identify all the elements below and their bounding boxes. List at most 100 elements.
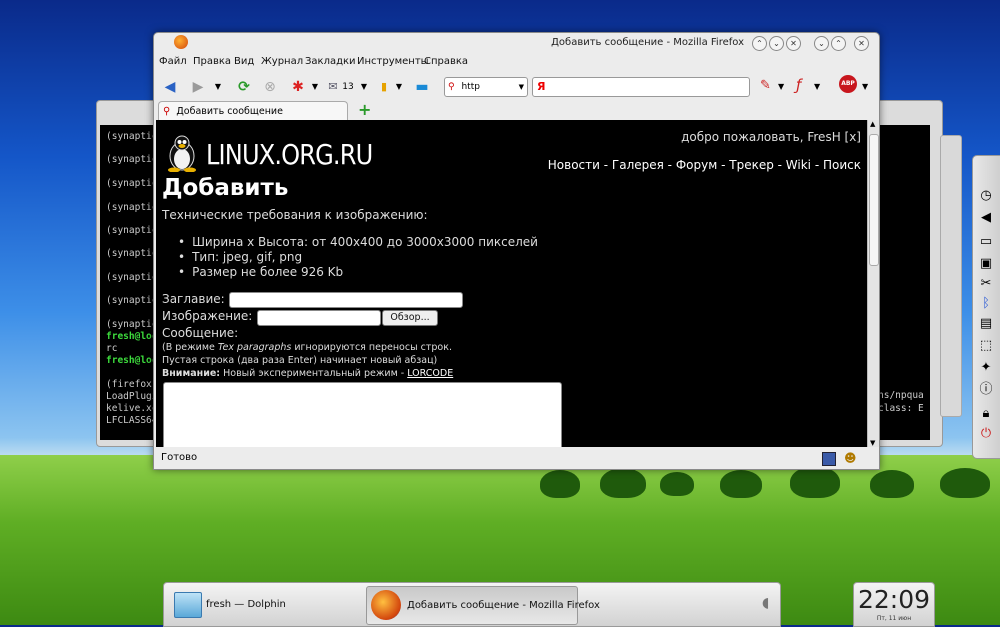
terminal-line: (synaptic [106, 225, 158, 236]
menu-tools[interactable]: Инструменты [357, 56, 429, 67]
adblock-icon[interactable]: ABP [839, 75, 857, 93]
menu-edit[interactable]: Правка [193, 56, 231, 67]
scroll-up-icon[interactable]: ▲ [870, 120, 875, 128]
nav-separator: - [773, 158, 786, 172]
notes-icon[interactable]: ▤ [978, 316, 994, 332]
wallpaper-tree [940, 468, 990, 498]
tab-label: Добавить сообщение [176, 106, 283, 117]
power-icon[interactable]: ⏻ [978, 426, 994, 442]
page-scrollbar[interactable]: ▲ ▼ [867, 120, 879, 447]
right-panel: ◷ ◀ ▭ ▣ ✂ ᛒ ▤ ⬚ ✦ ⓘ 🔒︎ ⏻ [972, 155, 1000, 459]
history-dropdown-icon[interactable]: ▼ [212, 77, 224, 97]
nav-wiki[interactable]: Wiki [786, 158, 811, 172]
wallpaper-tree [870, 470, 914, 498]
firefox-icon [371, 590, 401, 620]
search-bar[interactable]: Я [532, 77, 750, 97]
tab-active[interactable]: ⚲ Добавить сообщение [158, 101, 348, 121]
terminal-line: (synaptic [106, 178, 158, 189]
welcome-text[interactable]: добро пожаловать, FresH [x] [681, 130, 861, 144]
runner-icon[interactable]: ✱ [290, 77, 306, 97]
menu-bookmarks[interactable]: Закладки [305, 56, 356, 67]
nav-news[interactable]: Новости [548, 158, 600, 172]
chat-icon[interactable]: ▬ [412, 77, 432, 97]
browse-button[interactable]: Обзор... [382, 310, 438, 326]
forward-icon[interactable]: ▶ [188, 77, 208, 97]
terminal-line: (firefox [106, 379, 152, 390]
clock-icon[interactable]: ◷ [978, 188, 994, 204]
warning-note: Внимание: Новый экспериментальный режим … [162, 368, 453, 379]
status-bar: Готово ☻ [154, 447, 879, 469]
tab-bar: ⚲ Добавить сообщение + [154, 100, 879, 121]
message-textarea[interactable] [163, 382, 562, 447]
dropdown-icon[interactable]: ▼ [310, 77, 320, 97]
maximize-button[interactable]: ⌃ [831, 36, 846, 51]
nav-forum[interactable]: Форум [676, 158, 717, 172]
dropdown-icon[interactable]: ▼ [359, 77, 369, 97]
menu-file[interactable]: Файл [159, 56, 187, 67]
mail-icon[interactable]: ✉ [326, 77, 340, 97]
window-title: Добавить сообщение - Mozilla Firefox [551, 37, 744, 48]
all-desktops-button[interactable]: ✕ [786, 36, 801, 51]
search-engine-icon[interactable]: Я [537, 80, 545, 93]
dropdown-icon[interactable]: ▼ [778, 82, 784, 91]
url-dropdown-icon[interactable]: ▼ [519, 78, 524, 96]
nav-gallery[interactable]: Галерея [612, 158, 664, 172]
nav-search[interactable]: Поиск [823, 158, 861, 172]
volume-icon[interactable]: ◀ [978, 210, 994, 226]
close-button[interactable]: ✕ [854, 36, 869, 51]
keep-below-button[interactable]: ⌄ [769, 36, 784, 51]
signal-icon[interactable]: ▮ [376, 77, 392, 97]
lorcode-link[interactable]: LORCODE [407, 368, 453, 379]
nav-separator: - [811, 158, 823, 172]
task-dolphin[interactable]: fresh — Dolphin [168, 586, 364, 623]
rss-icon[interactable] [822, 452, 836, 466]
scroll-thumb[interactable] [869, 134, 879, 266]
menu-view[interactable]: Вид [234, 56, 254, 67]
flash-block-icon[interactable]: ƒ [796, 76, 801, 94]
terminal-line: fresh@loc [106, 355, 158, 366]
site-nav: Новости - Галерея - Форум - Трекер - Wik… [548, 158, 861, 172]
keyboard-icon[interactable]: ▭ [978, 234, 994, 250]
clock-widget[interactable]: 22:09 Пт, 11 июн [853, 582, 935, 627]
note-emphasis: Tex paragraphs [217, 342, 292, 353]
addon-icon[interactable]: ☻ [844, 447, 857, 469]
bluetooth-icon[interactable]: ᛒ [978, 296, 994, 312]
task-firefox[interactable]: Добавить сообщение - Mozilla Firefox [366, 586, 600, 625]
network-icon[interactable]: ▣ [978, 256, 994, 272]
keep-above-button[interactable]: ⌃ [752, 36, 767, 51]
lock-icon[interactable]: 🔒︎ [978, 406, 994, 422]
wallpaper-tree [660, 472, 694, 496]
task-label: Добавить сообщение - Mozilla Firefox [407, 600, 600, 611]
list-item: Размер не более 926 Kb [178, 265, 538, 280]
terminal-line: (synaptic [106, 154, 158, 165]
reload-icon[interactable]: ⟳ [234, 77, 254, 97]
nav-tracker[interactable]: Трекер [729, 158, 774, 172]
pencil-icon[interactable]: ✎ [760, 78, 771, 93]
device-icon[interactable]: ⬚ [978, 338, 994, 354]
tux-icon [164, 134, 200, 173]
back-icon[interactable]: ◀ [160, 77, 180, 97]
menu-help[interactable]: Справка [424, 56, 468, 67]
dropdown-icon[interactable]: ▼ [862, 82, 868, 91]
terminal-line: ns/npqua [878, 390, 924, 401]
title-input[interactable] [229, 292, 463, 308]
scroll-down-icon[interactable]: ▼ [870, 439, 875, 447]
clipboard-icon[interactable]: ✂ [978, 276, 994, 292]
terminal-line: (synaptic [106, 248, 158, 259]
wallpaper-tree [540, 470, 580, 498]
minimize-button[interactable]: ⌄ [814, 36, 829, 51]
new-tab-icon[interactable]: + [358, 100, 371, 119]
image-file-input[interactable] [257, 310, 381, 326]
url-bar[interactable]: ⚲ http ▼ [444, 77, 528, 97]
dropdown-icon[interactable]: ▼ [814, 82, 820, 91]
settings-icon[interactable]: ✦ [978, 360, 994, 376]
stop-icon[interactable]: ⊗ [260, 77, 280, 97]
clock-date: Пт, 11 июн [876, 615, 912, 622]
menu-history[interactable]: Журнал [261, 56, 303, 67]
note-text: игнорируются переносы строк. [291, 342, 452, 353]
info-icon[interactable]: ⓘ [978, 382, 994, 398]
dropdown-icon[interactable]: ▼ [394, 77, 404, 97]
terminal-line: fresh@loc [106, 331, 158, 342]
window-titlebar[interactable]: Добавить сообщение - Mozilla Firefox ⌃ ⌄… [154, 33, 879, 53]
taskbar-scroll-icon[interactable]: ◖ [762, 595, 769, 611]
